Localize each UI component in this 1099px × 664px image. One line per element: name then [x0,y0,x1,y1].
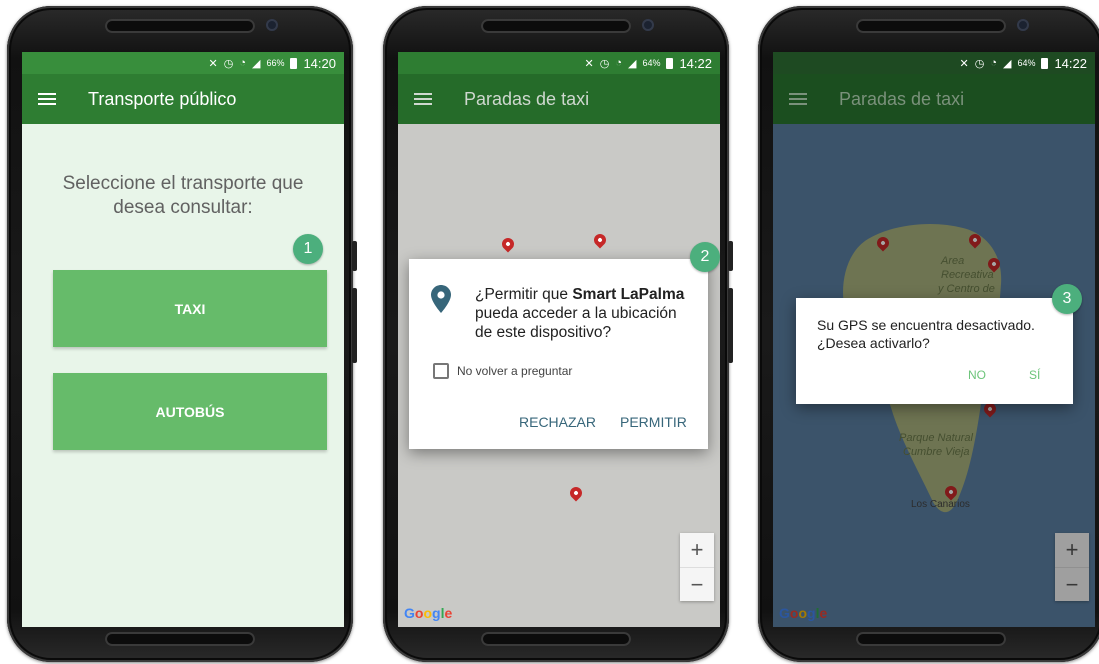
phone-frame-1: ✕ ◷ ◔ ◢ 66% 14:20 Transporte público Sel… [7,6,357,662]
app-bar: Paradas de taxi [398,74,720,124]
bus-button[interactable]: AUTOBÚS [53,373,327,450]
transport-prompt: Seleccione el transporte que desea consu… [62,173,304,218]
map-view[interactable]: Area Recreativa y Centro de Parque Natur… [773,124,1095,627]
screen-gps: ✕ ◷ ◔ ◢ 64% 14:22 Paradas de taxi Area R… [773,52,1095,627]
battery-icon [666,57,674,69]
volume-button [728,241,733,271]
zoom-in-button[interactable]: + [680,533,714,567]
allow-button[interactable]: PERMITIR [620,414,687,430]
map-marker-icon[interactable] [591,231,609,249]
step-badge: 1 [293,234,323,264]
map-marker-icon[interactable] [567,484,585,502]
earpiece-speaker [856,19,1006,33]
battery-icon [1041,57,1049,69]
permission-dialog: ¿Permitir que Smart LaPalma pueda accede… [409,259,708,449]
gps-dialog: Su GPS se encuentra desactivado. ¿Desea … [796,298,1073,404]
dont-ask-label: No volver a preguntar [457,364,573,378]
bottom-speaker [105,632,255,646]
menu-icon[interactable] [38,93,56,105]
signal-icon: ◢ [1002,57,1012,70]
clock: 14:22 [679,55,712,71]
zoom-out-button[interactable]: − [680,567,714,601]
front-camera [266,19,278,31]
wifi-icon: ◔ [239,57,246,69]
taxi-button[interactable]: TAXI [53,270,327,347]
battery-level: 64% [642,58,661,68]
zoom-controls: + − [680,533,714,601]
step-badge: 3 [1052,284,1082,314]
alarm-icon: ◷ [223,57,234,70]
permission-message: ¿Permitir que Smart LaPalma pueda accede… [475,286,685,341]
signal-icon: ◢ [251,57,261,70]
mute-icon: ✕ [208,57,218,70]
reject-button[interactable]: RECHAZAR [519,414,596,430]
bottom-speaker [481,632,631,646]
app-bar: Transporte público [22,74,344,124]
power-button [352,288,357,363]
menu-icon[interactable] [789,93,807,105]
screen-transport: ✕ ◷ ◔ ◢ 66% 14:20 Transporte público Sel… [22,52,344,627]
google-logo: Google [404,605,453,621]
mute-icon: ✕ [584,57,594,70]
battery-level: 66% [266,58,285,68]
clock: 14:20 [303,55,336,71]
gps-message: Su GPS se encuentra desactivado. ¿Desea … [817,317,1035,351]
dont-ask-checkbox[interactable] [433,363,449,379]
volume-button [352,241,357,271]
phone-frame-2: ✕ ◷ ◔ ◢ 64% 14:22 Paradas de taxi + − Go… [383,6,733,662]
app-title: Paradas de taxi [839,88,965,109]
no-button[interactable]: NO [968,368,986,382]
phone-frame-3: ✕ ◷ ◔ ◢ 64% 14:22 Paradas de taxi Area R… [758,6,1099,662]
menu-icon[interactable] [414,93,432,105]
status-bar: ✕ ◷ ◔ ◢ 64% 14:22 [398,52,720,74]
wifi-icon: ◔ [990,57,997,69]
power-button [728,288,733,363]
alarm-icon: ◷ [599,57,610,70]
wifi-icon: ◔ [615,57,622,69]
earpiece-speaker [105,19,255,33]
location-pin-icon [431,285,451,313]
transport-content: Seleccione el transporte que desea consu… [22,124,344,627]
status-bar: ✕ ◷ ◔ ◢ 64% 14:22 [773,52,1095,74]
clock: 14:22 [1054,55,1087,71]
app-title: Transporte público [88,88,237,109]
earpiece-speaker [481,19,631,33]
front-camera [642,19,654,31]
status-bar: ✕ ◷ ◔ ◢ 66% 14:20 [22,52,344,74]
app-bar: Paradas de taxi [773,74,1095,124]
alarm-icon: ◷ [974,57,985,70]
app-name: Smart LaPalma [572,286,685,303]
bottom-speaker [856,632,1006,646]
step-badge: 2 [690,242,720,272]
signal-icon: ◢ [627,57,637,70]
map-marker-icon[interactable] [499,235,517,253]
map-view[interactable]: + − Google ¿Permitir que Smart LaPalma p… [398,124,720,627]
battery-icon [290,57,298,69]
battery-level: 64% [1017,58,1036,68]
front-camera [1017,19,1029,31]
app-title: Paradas de taxi [464,88,590,109]
screen-permission: ✕ ◷ ◔ ◢ 64% 14:22 Paradas de taxi + − Go… [398,52,720,627]
yes-button[interactable]: SÍ [1029,368,1040,382]
mute-icon: ✕ [959,57,969,70]
